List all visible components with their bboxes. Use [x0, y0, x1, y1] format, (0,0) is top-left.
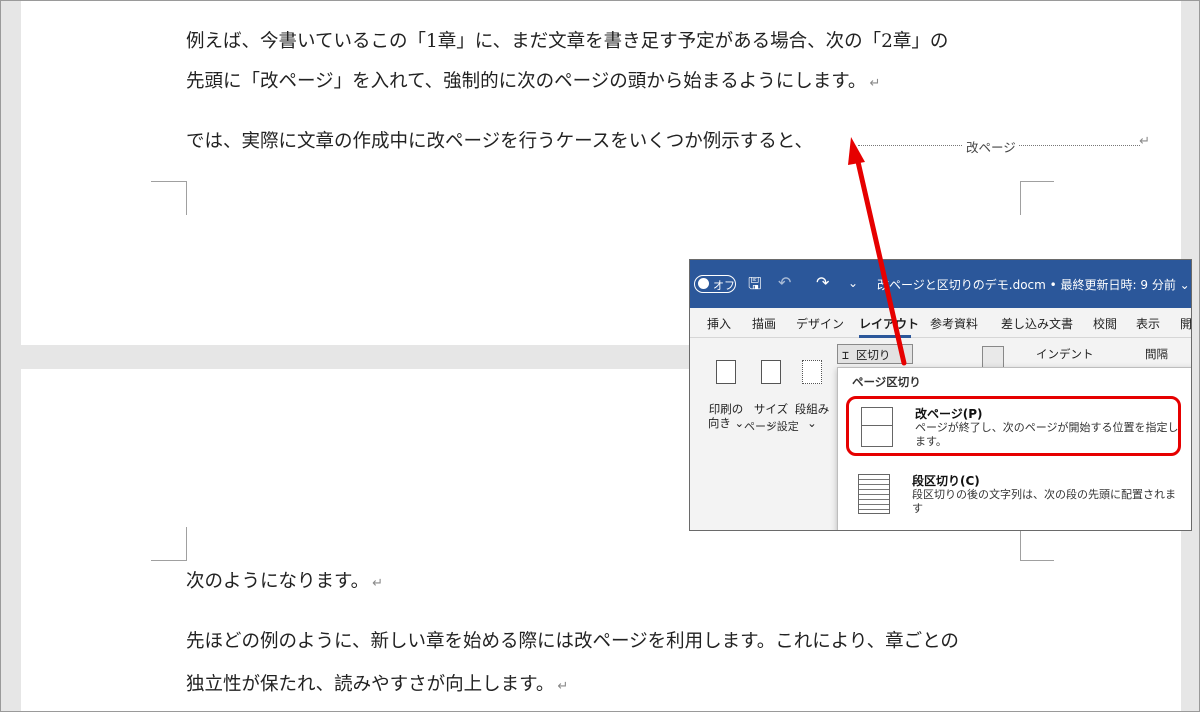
save-icon[interactable]: 🖫 — [748, 273, 762, 300]
spacing-label: 間隔 — [1145, 347, 1168, 361]
toggle-knob-icon — [698, 278, 709, 289]
paragraph-1-line-2: 先頭に「改ページ」を入れて、強制的に次のページの頭から始まるようにします。 ↵ — [186, 72, 880, 94]
page-break-title: 改ページ(P) — [915, 407, 983, 421]
column-break-title: 段区切り(C) — [912, 474, 980, 488]
undo-icon[interactable]: ↶ — [778, 273, 791, 292]
paragraph-4-line-2: 独立性が保たれ、読みやすさが向上します。 ↵ — [186, 675, 568, 697]
column-break-icon — [858, 474, 890, 514]
size-icon — [761, 360, 781, 384]
menu-item-page-break[interactable]: 改ページ(P) ページが終了し、次のページが開始する位置を指定します。 — [846, 396, 1181, 456]
autosave-label: オフ — [713, 279, 735, 292]
screenshot-frame: 例えば、今書いているこの「1章」に、まだ文章を書き足す予定がある場合、次の「2章… — [0, 0, 1200, 712]
column-break-description: 段区切りの後の文字列は、次の段の先頭に配置されます — [912, 488, 1176, 515]
paragraph-mark: ↵ — [372, 576, 384, 591]
page-break-marker[interactable]: 改ページ ↵ — [858, 134, 1150, 156]
page-breaks-header: ページ区切り — [852, 375, 921, 389]
tab-layout[interactable]: レイアウト — [859, 315, 919, 332]
margin-corner-bottom-right — [1020, 181, 1054, 215]
columns-label: 段組み ⌄ — [794, 402, 830, 430]
tab-developer[interactable]: 開 — [1180, 315, 1191, 332]
page-break-description: ページが終了し、次のページが開始する位置を指定します。 — [915, 421, 1179, 448]
tab-review[interactable]: 校閲 — [1093, 315, 1117, 332]
paragraph-4-line-2-text: 独立性が保たれ、読みやすさが向上します。 — [186, 674, 555, 695]
margin-corner-top-left — [151, 527, 187, 561]
paragraph-1-line-1: 例えば、今書いているこの「1章」に、まだ文章を書き足す予定がある場合、次の「2章… — [186, 31, 949, 52]
breaks-button[interactable]: ⌶ 区切り — [837, 344, 913, 364]
margin-corner-bottom-left — [151, 181, 187, 215]
document-title[interactable]: 改ページと区切りのデモ.docm • 最終更新日時: 9 分前 ⌄ — [877, 276, 1190, 293]
paragraph-2: では、実際に文章の作成中に改ページを行うケースをいくつか例示すると、 — [186, 131, 813, 152]
redo-icon[interactable]: ↷ — [816, 273, 829, 292]
paragraph-3-text: 次のようになります。 — [186, 571, 370, 592]
paragraph-3: 次のようになります。 ↵ — [186, 572, 383, 594]
page-setup-group-label: ページ設定 — [744, 420, 799, 433]
word-ui-inset: オフ 🖫 ↶ ↷ ⌄ 改ページと区切りのデモ.docm • 最終更新日時: 9 … — [689, 259, 1192, 531]
paragraph-4-line-1: 先ほどの例のように、新しい章を始める際には改ページを利用します。これにより、章ご… — [186, 631, 959, 652]
columns-icon — [802, 360, 822, 384]
page-break-icon — [861, 407, 893, 447]
tab-references[interactable]: 参考資料 — [930, 315, 978, 332]
breaks-icon: ⌶ — [842, 348, 856, 362]
ribbon-tabs: 挿入 描画 デザイン レイアウト 参考資料 差し込み文書 校閲 表示 開 — [690, 308, 1191, 338]
tab-insert[interactable]: 挿入 — [707, 315, 731, 332]
orientation-button[interactable]: 印刷の 向き ⌄ — [704, 346, 748, 430]
tab-view[interactable]: 表示 — [1136, 315, 1160, 332]
quick-access-dropdown-icon[interactable]: ⌄ — [848, 276, 858, 290]
breaks-label: 区切り — [855, 348, 891, 362]
orientation-label: 印刷の 向き ⌄ — [707, 402, 745, 430]
autosave-toggle[interactable]: オフ — [694, 275, 736, 293]
page-break-label: 改ページ — [963, 137, 1019, 156]
paragraph-mark: ↵ — [869, 76, 881, 91]
breaks-dropdown-menu: ページ区切り 改ページ(P) ページが終了し、次のページが開始する位置を指定しま… — [837, 367, 1191, 530]
paragraph-mark: ↵ — [1139, 134, 1150, 149]
margin-corner-top-right — [1020, 527, 1054, 561]
orientation-icon — [716, 360, 736, 384]
tab-mailings[interactable]: 差し込み文書 — [1001, 315, 1073, 332]
menu-item-column-break[interactable]: 段区切り(C) 段区切りの後の文字列は、次の段の先頭に配置されます — [846, 466, 1181, 526]
paragraph-mark: ↵ — [557, 679, 569, 694]
indent-label: インデント — [1036, 347, 1094, 361]
paragraph-1-line-2-text: 先頭に「改ページ」を入れて、強制的に次のページの頭から始まるようにします。 — [186, 71, 867, 92]
tab-design[interactable]: デザイン — [796, 315, 844, 332]
tab-draw[interactable]: 描画 — [752, 315, 776, 332]
title-bar: オフ 🖫 ↶ ↷ ⌄ 改ページと区切りのデモ.docm • 最終更新日時: 9 … — [690, 260, 1191, 308]
